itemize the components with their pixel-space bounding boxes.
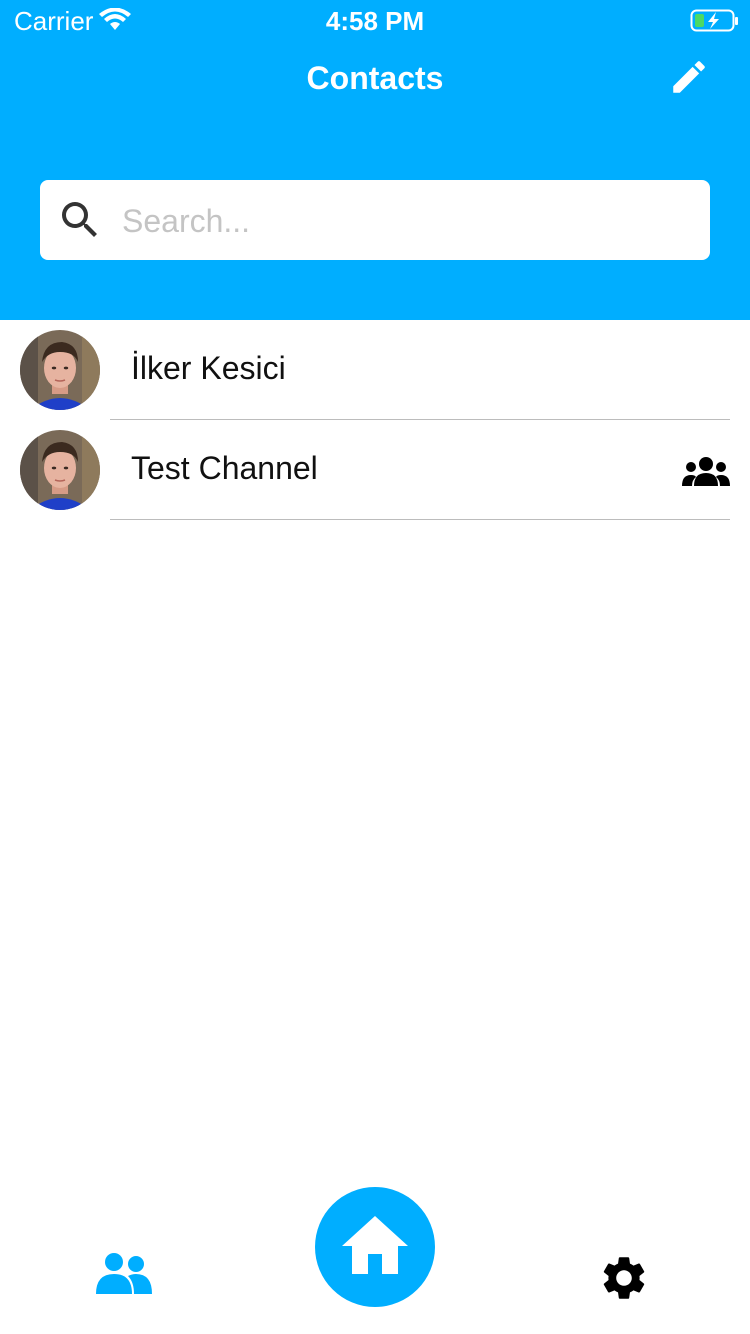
row-divider xyxy=(110,519,730,520)
contacts-icon xyxy=(94,1253,154,1298)
edit-button[interactable] xyxy=(664,54,714,104)
page-title: Contacts xyxy=(306,60,444,96)
status-time: 4:58 PM xyxy=(325,6,425,36)
search-input[interactable] xyxy=(120,180,694,262)
search-bar xyxy=(40,180,710,262)
header: Carrier 4:58 PM Contacts xyxy=(0,0,750,320)
status-bar: Carrier 4:58 PM xyxy=(0,0,750,40)
home-icon xyxy=(340,1214,410,1281)
list-item-contact[interactable]: Test Channel xyxy=(0,420,750,520)
tab-bar xyxy=(0,1180,750,1334)
search-icon xyxy=(56,196,104,249)
list-item-contact[interactable]: İlker Kesici xyxy=(0,320,750,420)
tab-contacts[interactable] xyxy=(94,1252,154,1302)
contact-name: İlker Kesici xyxy=(131,350,286,386)
pencil-icon xyxy=(668,56,710,103)
tab-settings[interactable] xyxy=(598,1252,650,1304)
contact-list: İlker Kesici Test Channel xyxy=(0,320,750,520)
battery-icon xyxy=(690,8,740,39)
contact-name: Test Channel xyxy=(131,450,318,486)
home-button[interactable] xyxy=(315,1187,435,1307)
gear-icon xyxy=(598,1257,650,1308)
avatar xyxy=(20,330,100,410)
avatar xyxy=(20,430,100,510)
group-icon xyxy=(682,456,730,491)
